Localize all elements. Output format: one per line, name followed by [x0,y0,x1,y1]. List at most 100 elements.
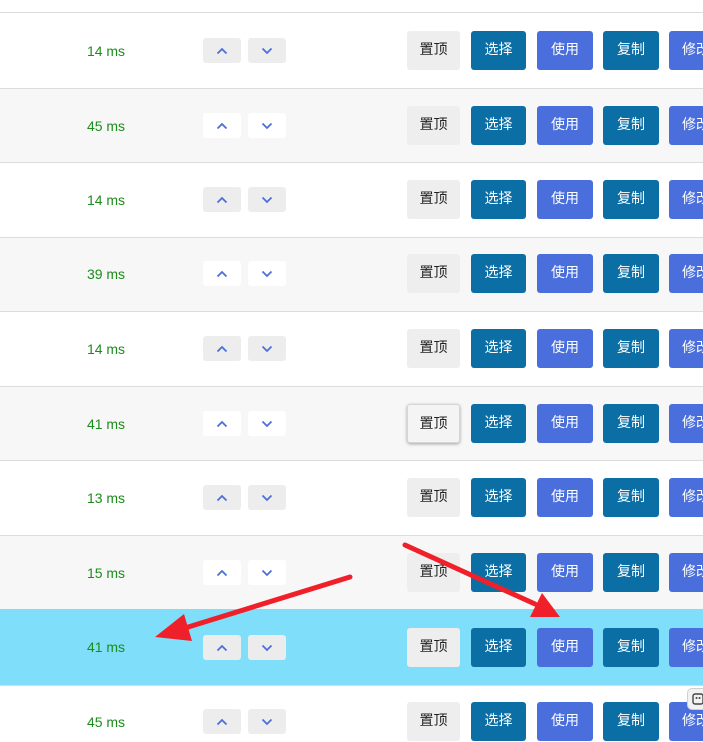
copy-button[interactable]: 复制 [603,702,659,741]
move-up-button[interactable] [203,261,241,286]
move-up-button[interactable] [203,113,241,138]
select-button[interactable]: 选择 [471,478,526,517]
edit-button[interactable]: 修改 [669,329,703,368]
chevron-down-icon [261,47,273,54]
pin-button[interactable]: 置顶 [407,404,460,443]
table-row: 41 ms 置顶 选择 使用 复制 修改 [0,386,703,460]
copy-button[interactable]: 复制 [603,254,659,293]
move-up-button[interactable] [203,635,241,660]
widget-glyph-icon [692,693,703,705]
copy-button[interactable]: 复制 [603,329,659,368]
move-down-button[interactable] [248,560,286,585]
pin-button[interactable]: 置顶 [407,478,460,517]
move-down-button[interactable] [248,336,286,361]
use-button[interactable]: 使用 [537,254,593,293]
chevron-down-icon [261,345,273,352]
use-button[interactable]: 使用 [537,106,593,145]
chevron-down-icon [261,270,273,277]
chevron-down-icon [261,420,273,427]
select-button[interactable]: 选择 [471,254,526,293]
chevron-up-icon [216,569,228,576]
use-button[interactable]: 使用 [537,180,593,219]
select-button[interactable]: 选择 [471,106,526,145]
select-button[interactable]: 选择 [471,329,526,368]
edit-button[interactable]: 修改 [669,106,703,145]
edit-button[interactable]: 修改 [669,478,703,517]
select-button[interactable]: 选择 [471,702,526,741]
table-row: 45 ms 置顶 选择 使用 复制 修改 [0,88,703,162]
chevron-down-icon [261,718,273,725]
move-down-button[interactable] [248,485,286,510]
pin-button[interactable]: 置顶 [407,628,460,667]
move-down-button[interactable] [248,38,286,63]
move-up-button[interactable] [203,336,241,361]
copy-button[interactable]: 复制 [603,106,659,145]
select-button[interactable]: 选择 [471,628,526,667]
copy-button[interactable]: 复制 [603,180,659,219]
move-up-button[interactable] [203,38,241,63]
edit-button[interactable]: 修改 [669,31,703,70]
use-button[interactable]: 使用 [537,31,593,70]
move-up-button[interactable] [203,485,241,510]
move-down-button[interactable] [248,635,286,660]
select-button[interactable]: 选择 [471,180,526,219]
chevron-up-icon [216,420,228,427]
pin-button[interactable]: 置顶 [407,31,460,70]
table-row: 14 ms 置顶 选择 使用 复制 修改 [0,311,703,386]
copy-button[interactable]: 复制 [603,628,659,667]
table-row-selected: 41 ms 置顶 选择 使用 复制 修改 [0,609,703,685]
node-list: 14 ms 置顶 选择 使用 复制 修改 45 ms 置顶 选择 使用 复制 修… [0,0,703,742]
edit-button[interactable]: 修改 [669,553,703,592]
move-up-button[interactable] [203,709,241,734]
chevron-down-icon [261,644,273,651]
pin-button[interactable]: 置顶 [407,254,460,293]
move-down-button[interactable] [248,187,286,212]
table-row: 13 ms 置顶 选择 使用 复制 修改 [0,460,703,535]
select-button[interactable]: 选择 [471,31,526,70]
copy-button[interactable]: 复制 [603,553,659,592]
latency-value: 39 ms [86,266,126,282]
copy-button[interactable]: 复制 [603,31,659,70]
pin-button[interactable]: 置顶 [407,329,460,368]
latency-value: 41 ms [86,416,126,432]
chevron-up-icon [216,196,228,203]
use-button[interactable]: 使用 [537,628,593,667]
select-button[interactable]: 选择 [471,404,526,443]
copy-button[interactable]: 复制 [603,404,659,443]
use-button[interactable]: 使用 [537,329,593,368]
move-up-button[interactable] [203,560,241,585]
latency-value: 13 ms [86,490,126,506]
chevron-up-icon [216,270,228,277]
use-button[interactable]: 使用 [537,553,593,592]
pin-button[interactable]: 置顶 [407,553,460,592]
copy-button[interactable]: 复制 [603,478,659,517]
floating-widget-icon[interactable] [687,688,703,710]
latency-value: 14 ms [86,43,126,59]
use-button[interactable]: 使用 [537,404,593,443]
chevron-down-icon [261,569,273,576]
move-down-button[interactable] [248,113,286,138]
table-row: 14 ms 置顶 选择 使用 复制 修改 [0,162,703,237]
edit-button[interactable]: 修改 [669,254,703,293]
move-up-button[interactable] [203,411,241,436]
move-down-button[interactable] [248,709,286,734]
latency-value: 41 ms [86,639,126,655]
chevron-down-icon [261,196,273,203]
latency-value: 14 ms [86,341,126,357]
edit-button[interactable]: 修改 [669,628,703,667]
table-row: 15 ms 置顶 选择 使用 复制 修改 [0,535,703,609]
select-button[interactable]: 选择 [471,553,526,592]
latency-value: 45 ms [86,714,126,730]
pin-button[interactable]: 置顶 [407,106,460,145]
chevron-up-icon [216,718,228,725]
move-up-button[interactable] [203,187,241,212]
use-button[interactable]: 使用 [537,702,593,741]
table-row: 45 ms 置顶 选择 使用 复制 修改 [0,685,703,742]
edit-button[interactable]: 修改 [669,180,703,219]
edit-button[interactable]: 修改 [669,404,703,443]
use-button[interactable]: 使用 [537,478,593,517]
pin-button[interactable]: 置顶 [407,180,460,219]
move-down-button[interactable] [248,411,286,436]
move-down-button[interactable] [248,261,286,286]
pin-button[interactable]: 置顶 [407,702,460,741]
